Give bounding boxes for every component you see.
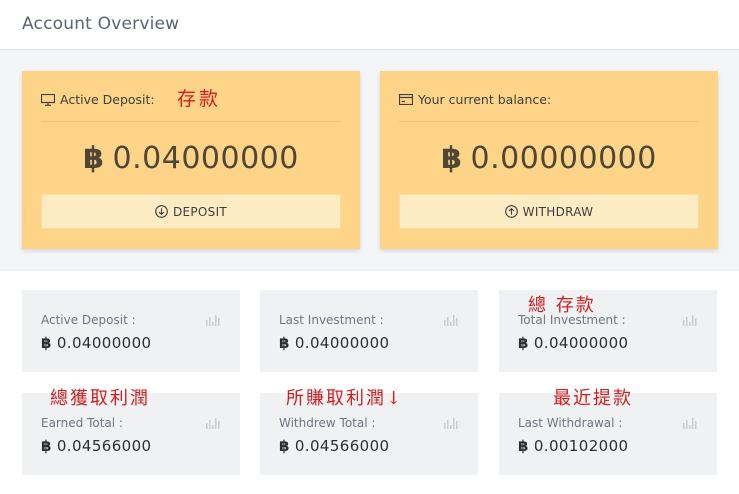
active-deposit-amount: ฿ 0.04000000 [83, 141, 299, 176]
bar-chart-icon [206, 418, 220, 429]
monitor-icon [41, 93, 55, 106]
withdraw-button[interactable]: WITHDRAW [399, 194, 699, 229]
stat-label: Earned Total : [41, 416, 123, 430]
bar-chart-icon [683, 315, 697, 326]
stat-label: Withdrew Total : [279, 416, 376, 430]
page-header: Account Overview [0, 0, 739, 50]
arrow-down-circle-icon [155, 205, 168, 218]
active-deposit-label: Active Deposit: [41, 92, 155, 107]
stat-value: ฿ 0.04000000 [41, 334, 152, 352]
page-title: Account Overview [22, 14, 180, 34]
active-deposit-card: Active Deposit: 存款 ฿ 0.04000000 DEPOSIT [22, 71, 360, 249]
bitcoin-icon: ฿ [518, 334, 529, 352]
stat-value: ฿ 0.04000000 [279, 334, 390, 352]
bar-chart-icon [206, 315, 220, 326]
bitcoin-icon: ฿ [83, 141, 105, 176]
current-balance-card: Your current balance: ฿ 0.00000000 WITHDR… [380, 71, 718, 249]
current-balance-amount: ฿ 0.00000000 [441, 141, 657, 176]
stat-last-investment: Last Investment : ฿ 0.04000000 [260, 290, 478, 372]
stat-active-deposit: Active Deposit : ฿ 0.04000000 [22, 290, 240, 372]
deposit-annotation: 存款 [177, 88, 222, 110]
bitcoin-icon: ฿ [41, 334, 52, 352]
current-balance-label: Your current balance: [399, 92, 551, 107]
wallet-icon [399, 94, 413, 105]
stat-label: Last Withdrawal : [518, 416, 623, 430]
bitcoin-icon: ฿ [279, 437, 290, 455]
stat-value: ฿ 0.00102000 [518, 437, 629, 455]
bar-chart-icon [444, 315, 458, 326]
bar-chart-icon [444, 418, 458, 429]
divider [399, 121, 699, 122]
stat-value: ฿ 0.04566000 [41, 437, 152, 455]
earned-total-annotation: 總獲取利潤 [50, 388, 150, 409]
withdrew-total-annotation: 所賺取利潤↓ [286, 388, 404, 409]
stat-label: Active Deposit : [41, 313, 136, 327]
bitcoin-icon: ฿ [41, 437, 52, 455]
stat-value: ฿ 0.04566000 [279, 437, 390, 455]
bar-chart-icon [683, 418, 697, 429]
stat-label: Last Investment : [279, 313, 384, 327]
bitcoin-icon: ฿ [441, 141, 463, 176]
divider [41, 121, 341, 122]
stat-value: ฿ 0.04000000 [518, 334, 629, 352]
bitcoin-icon: ฿ [518, 437, 529, 455]
arrow-up-circle-icon [504, 205, 518, 218]
last-withdrawal-annotation: 最近提款 [553, 388, 633, 409]
bitcoin-icon: ฿ [279, 334, 290, 352]
deposit-button[interactable]: DEPOSIT [41, 194, 341, 229]
total-investment-annotation: 總 存款 [528, 295, 596, 316]
